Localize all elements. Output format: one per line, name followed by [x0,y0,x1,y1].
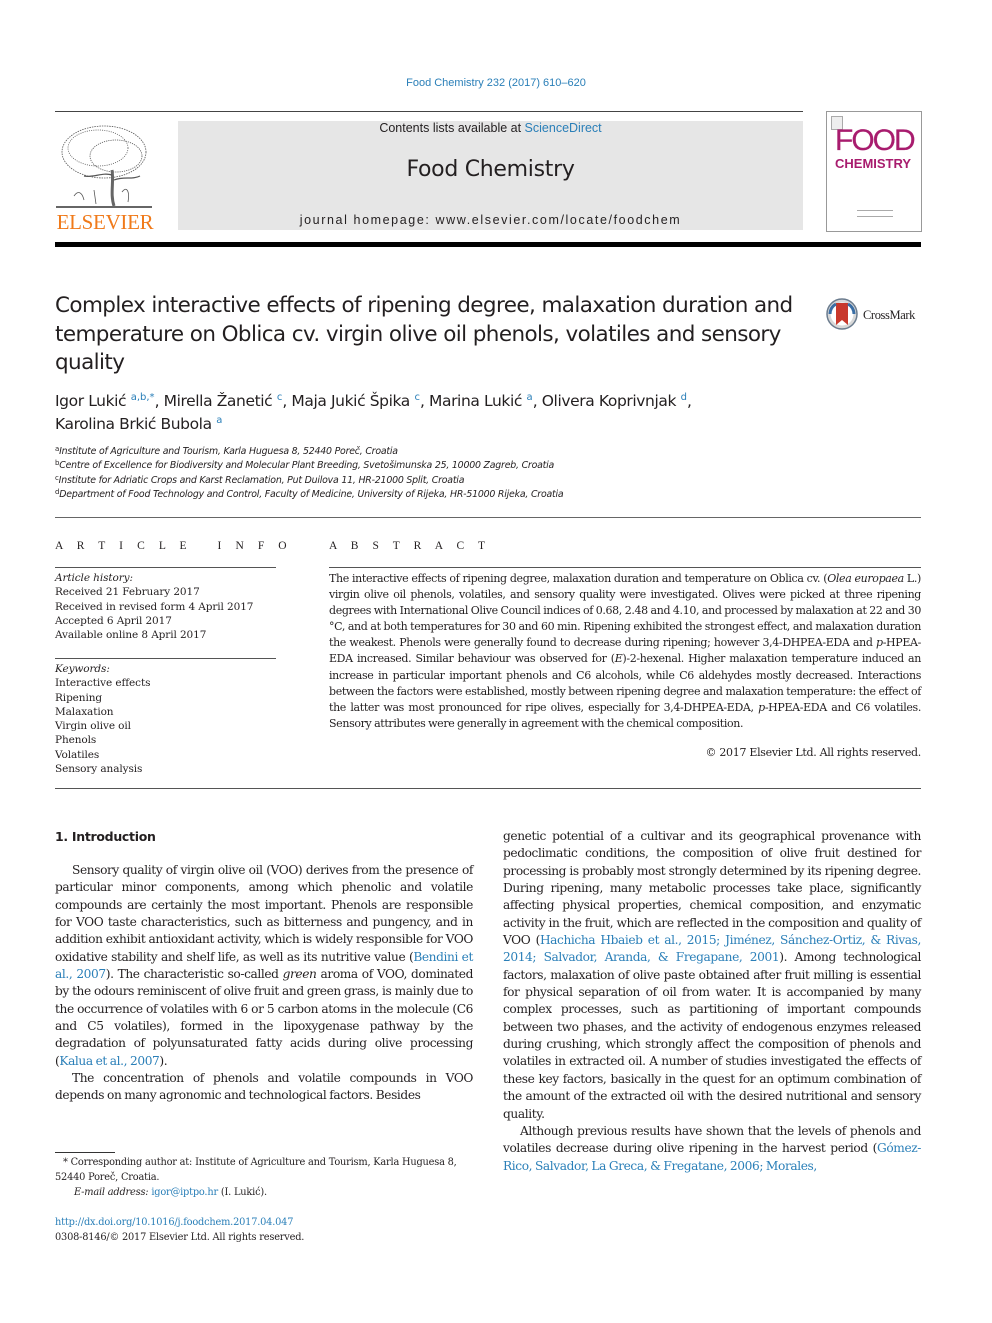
keyword-item: Sensory analysis [55,763,143,776]
section-divider [55,517,921,518]
article-info-heading: A R T I C L E I N F O [55,540,293,552]
journal-homepage-link[interactable]: journal homepage: www.elsevier.com/locat… [178,213,803,227]
keyword-item: Interactive effects [55,677,151,690]
paragraph: The concentration of phenols and volatil… [55,1071,473,1103]
doi-block: http://dx.doi.org/10.1016/j.foodchem.201… [55,1215,475,1245]
affiliation-item: cInstitute for Adriatic Crops and Karst … [55,473,465,486]
affiliation-list: aInstitute of Agriculture and Tourism, K… [55,445,855,503]
crossmark-icon [826,298,858,330]
author-affiliation-ref[interactable]: d [681,392,687,403]
keyword-item: Ripening [55,691,103,704]
keyword-item: Virgin olive oil [55,720,131,733]
corresponding-author-note: * Corresponding author at: Institute of … [55,1157,457,1183]
history-item: Accepted 6 April 2017 [55,614,172,627]
author-affiliation-ref[interactable]: a [216,415,222,426]
keywords-heading: Keywords: [55,663,110,675]
crossmark-label: CrossMark [863,308,915,322]
author-affiliation-ref[interactable]: a [527,392,533,403]
cover-title-food: FOOD [835,124,916,157]
footnotes: * Corresponding author at: Institute of … [55,1155,475,1200]
author-affiliation-ref[interactable]: c [414,392,420,403]
abstract-body: The interactive effects of ripening degr… [329,572,921,730]
history-item: Received 21 February 2017 [55,586,200,599]
citation-link[interactable]: Kalua et al., 2007 [59,1054,159,1068]
journal-title: Food Chemistry [406,157,575,182]
footnote-divider [55,1152,115,1153]
author-name[interactable]: Igor Lukić [55,392,127,410]
body-column-left: Sensory quality of virgin olive oil (VOO… [55,862,473,1105]
elsevier-tree-icon [56,125,152,208]
doi-link[interactable]: http://dx.doi.org/10.1016/j.foodchem.201… [55,1217,293,1228]
keyword-item: Malaxation [55,705,114,718]
crossmark-button[interactable]: CrossMark [826,298,926,334]
paragraph: Sensory quality of virgin olive oil (VOO… [55,863,474,1068]
article-history: Article history: Received 21 February 20… [55,571,276,642]
keywords-divider [55,658,276,659]
journal-masthead: Contents lists available at ScienceDirec… [178,121,803,230]
keywords: Keywords: Interactive effects Ripening M… [55,662,276,776]
history-item: Available online 8 April 2017 [55,629,207,642]
article-info-divider [55,567,276,568]
author-name[interactable]: Mirella Žanetić [164,392,273,410]
abstract-copyright: © 2017 Elsevier Ltd. All rights reserved… [705,746,921,759]
cover-title-chemistry: CHEMISTRY [835,156,912,171]
affiliation-item: aInstitute of Agriculture and Tourism, K… [55,445,398,458]
header-divider [55,111,803,112]
sciencedirect-link[interactable]: ScienceDirect [525,121,602,135]
author-name[interactable]: Marina Lukić [429,392,522,410]
body-column-right: genetic potential of a cultivar and its … [503,828,921,1175]
header-thick-rule [55,242,921,247]
author-email-link[interactable]: igor@iptpo.hr [151,1187,218,1198]
author-list: Igor Lukić a,b,*, Mirella Žanetić c, Maj… [55,392,692,433]
author-affiliation-ref[interactable]: c [277,392,283,403]
journal-reference-link[interactable]: Food Chemistry 232 (2017) 610–620 [0,77,992,89]
article-history-heading: Article history: [55,572,133,584]
article-title: Complex interactive effects of ripening … [55,293,793,375]
paragraph: Although previous results have shown tha… [503,1123,921,1173]
introduction-heading: 1. Introduction [55,829,156,844]
abstract-heading: A B S T R A C T [329,540,491,552]
elsevier-logo[interactable]: ELSEVIER [54,118,156,236]
history-item: Received in revised form 4 April 2017 [55,600,254,613]
elsevier-wordmark: ELSEVIER [56,210,154,234]
abstract-divider [329,567,921,568]
journal-cover-thumbnail[interactable]: FOOD CHEMISTRY [826,111,922,232]
affiliation-item: dDepartment of Food Technology and Contr… [55,488,564,501]
contents-available-line: Contents lists available at ScienceDirec… [379,121,602,135]
abstract-bottom-divider [55,788,921,789]
keyword-item: Volatiles [55,748,100,761]
author-affiliation-ref[interactable]: a,b,* [131,392,155,403]
author-name[interactable]: Karolina Brkić Bubola [55,415,212,433]
paragraph: genetic potential of a cultivar and its … [503,829,922,1121]
author-name[interactable]: Maja Jukić Špika [291,392,410,410]
issn-copyright: 0308-8146/© 2017 Elsevier Ltd. All right… [55,1232,305,1243]
cover-small-print [857,210,893,217]
email-note: E-mail address: igor@iptpo.hr (I. Lukić)… [74,1187,267,1198]
affiliation-item: bCentre of Excellence for Biodiversity a… [55,459,555,472]
keyword-item: Phenols [55,734,97,747]
author-name[interactable]: Olivera Koprivnjak [542,392,677,410]
